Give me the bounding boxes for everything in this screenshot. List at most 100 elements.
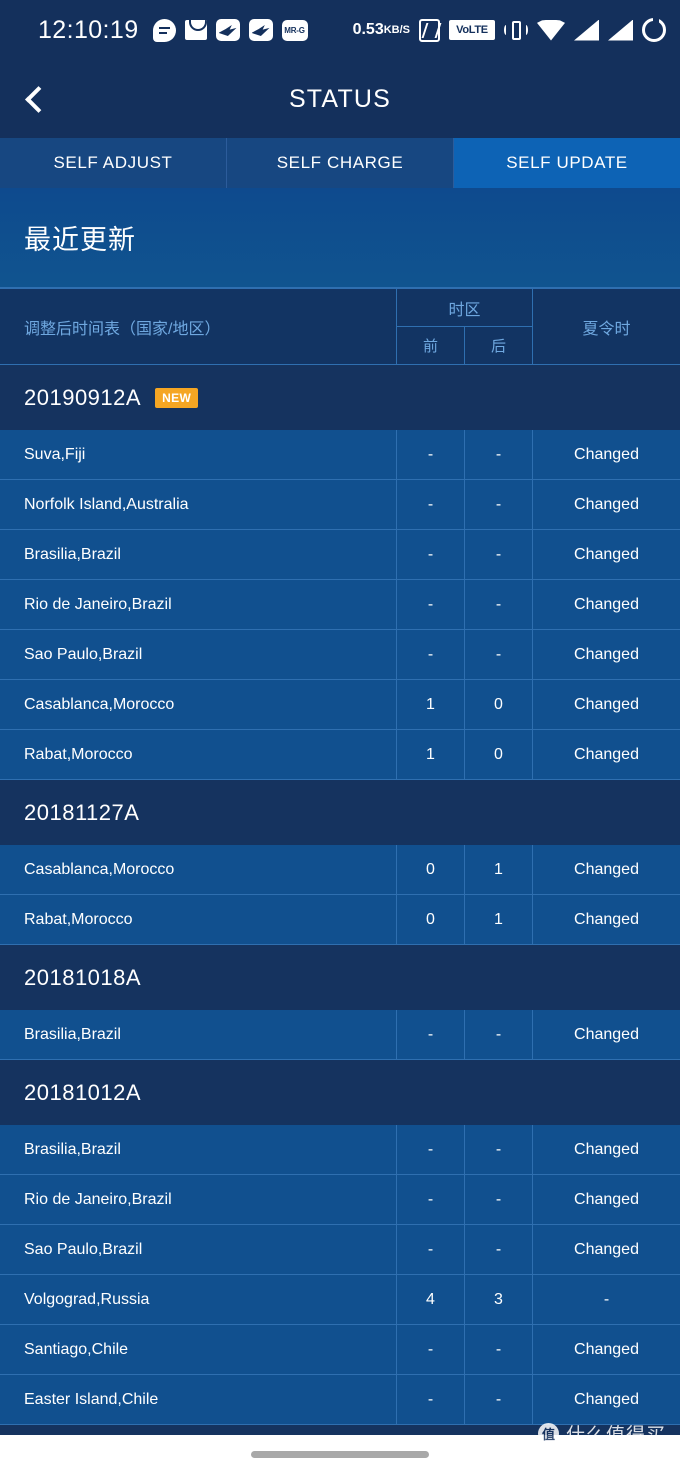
status-bar-right-icons: 0.53 KB/S VoLTE — [352, 16, 666, 42]
home-indicator[interactable] — [251, 1450, 429, 1458]
table-row[interactable]: Santiago,Chile - - Changed — [0, 1325, 680, 1375]
row-dst-status: Changed — [574, 1025, 639, 1043]
table-row[interactable]: Volgograd,Russia 4 3 - — [0, 1275, 680, 1325]
row-dst-status: Changed — [574, 1140, 639, 1158]
row-timezone-before: - — [397, 480, 465, 529]
row-location-name: Rabat,Morocco — [0, 730, 397, 779]
row-timezone-after: 0 — [465, 680, 533, 729]
group-header[interactable]: 20181018A — [0, 945, 680, 1010]
row-timezone-before: - — [397, 1325, 465, 1374]
row-dst-status: Changed — [574, 860, 639, 878]
tab-self-charge[interactable]: SELF CHARGE — [227, 138, 454, 188]
status-bar: 12:10:19 MR-G 0.53 KB/S VoLTE — [0, 0, 680, 60]
airline-bird-icon — [215, 19, 240, 41]
row-dst-status: Changed — [574, 495, 639, 513]
table-row[interactable]: Easter Island,Chile - - Changed — [0, 1375, 680, 1425]
table-row[interactable]: Rabat,Morocco 1 0 Changed — [0, 730, 680, 780]
row-location-name: Brasilia,Brazil — [0, 1125, 397, 1174]
tab-self-update-label: SELF UPDATE — [506, 153, 628, 172]
row-dst-status: Changed — [574, 910, 639, 928]
row-location-name: Sao Paulo,Brazil — [0, 630, 397, 679]
row-timezone-before: - — [397, 430, 465, 479]
row-timezone-before: - — [397, 1125, 465, 1174]
row-timezone-after: 0 — [465, 730, 533, 779]
mrg-icon: MR-G — [281, 19, 308, 41]
row-location-name: Suva,Fiji — [0, 430, 397, 479]
row-timezone-before: - — [397, 1175, 465, 1224]
nfc-icon — [419, 18, 440, 42]
row-dst-status: Changed — [574, 545, 639, 563]
row-timezone-before: 0 — [397, 895, 465, 944]
mail-icon — [184, 20, 207, 40]
system-nav-bar — [0, 1435, 680, 1473]
airline-bird-icon — [248, 19, 273, 41]
row-timezone-after: - — [465, 1375, 533, 1424]
row-timezone-before: - — [397, 580, 465, 629]
row-timezone-after: - — [465, 1225, 533, 1274]
tab-self-charge-label: SELF CHARGE — [276, 153, 404, 172]
row-timezone-before: 1 — [397, 730, 465, 779]
row-timezone-after: - — [465, 1175, 533, 1224]
network-speed-value: 0.53 — [352, 21, 384, 38]
table-row[interactable]: Brasilia,Brazil - - Changed — [0, 1010, 680, 1060]
row-timezone-after: - — [465, 480, 533, 529]
back-chevron-icon — [24, 85, 52, 113]
row-location-name: Casablanca,Morocco — [0, 845, 397, 894]
battery-icon — [642, 16, 666, 42]
signal-icon — [574, 19, 599, 41]
row-dst-status: Changed — [574, 445, 639, 463]
group-header-label: 20181012A — [24, 1079, 142, 1105]
table-row[interactable]: Brasilia,Brazil - - Changed — [0, 530, 680, 580]
row-dst-status: Changed — [574, 595, 639, 613]
column-header-dst: 夏令时 — [582, 320, 631, 338]
column-header-timezone-before: 前 — [397, 327, 465, 364]
row-timezone-after: 3 — [465, 1275, 533, 1324]
table-row[interactable]: Rio de Janeiro,Brazil - - Changed — [0, 1175, 680, 1225]
table-row[interactable]: Casablanca,Morocco 0 1 Changed — [0, 845, 680, 895]
column-header-timezone-after: 后 — [490, 338, 506, 355]
group-header[interactable]: 20181012A — [0, 1060, 680, 1125]
chat-icon — [152, 18, 176, 42]
group-header[interactable]: 20190912A NEW — [0, 365, 680, 430]
group-header[interactable]: 20180807A — [0, 1425, 680, 1435]
tab-self-adjust-label: SELF ADJUST — [53, 153, 173, 172]
tab-bar: SELF ADJUST SELF CHARGE SELF UPDATE — [0, 138, 680, 188]
back-button[interactable] — [8, 72, 62, 126]
row-timezone-before: - — [397, 1010, 465, 1059]
row-location-name: Brasilia,Brazil — [0, 530, 397, 579]
table-row[interactable]: Norfolk Island,Australia - - Changed — [0, 480, 680, 530]
group-header-label: 20181127A — [24, 799, 140, 825]
page-title: STATUS — [288, 84, 392, 113]
row-timezone-after: - — [465, 430, 533, 479]
row-timezone-before: 1 — [397, 680, 465, 729]
table-row[interactable]: Casablanca,Morocco 1 0 Changed — [0, 680, 680, 730]
tab-self-adjust[interactable]: SELF ADJUST — [0, 138, 227, 188]
row-dst-status: Changed — [574, 1340, 639, 1358]
app-root: 12:10:19 MR-G 0.53 KB/S VoLTE STATUS SEL… — [0, 0, 680, 1473]
row-timezone-after: 1 — [465, 895, 533, 944]
row-timezone-before: 0 — [397, 845, 465, 894]
row-location-name: Casablanca,Morocco — [0, 680, 397, 729]
vibrate-icon — [504, 18, 528, 42]
table-row[interactable]: Rabat,Morocco 0 1 Changed — [0, 895, 680, 945]
table-row[interactable]: Rio de Janeiro,Brazil - - Changed — [0, 580, 680, 630]
table-body: 20190912A NEW Suva,Fiji - - Changed Norfolk Is… — [0, 365, 680, 1435]
section-title: 最近更新 — [0, 188, 680, 289]
network-speed-unit: KB/S — [383, 23, 410, 36]
table-row[interactable]: Sao Paulo,Brazil - - Changed — [0, 1225, 680, 1275]
row-timezone-before: - — [397, 630, 465, 679]
row-dst-status: Changed — [574, 1240, 639, 1258]
table-row[interactable]: Brasilia,Brazil - - Changed — [0, 1125, 680, 1175]
row-timezone-after: 1 — [465, 845, 533, 894]
table-row[interactable]: Suva,Fiji - - Changed — [0, 430, 680, 480]
row-location-name: Santiago,Chile — [0, 1325, 397, 1374]
row-location-name: Brasilia,Brazil — [0, 1010, 397, 1059]
wifi-icon — [537, 19, 565, 41]
row-location-name: Rabat,Morocco — [0, 895, 397, 944]
tab-self-update[interactable]: SELF UPDATE — [454, 138, 680, 188]
row-location-name: Rio de Janeiro,Brazil — [0, 1175, 397, 1224]
row-dst-status: Changed — [574, 1390, 639, 1408]
row-timezone-before: - — [397, 530, 465, 579]
group-header[interactable]: 20181127A — [0, 780, 680, 845]
table-row[interactable]: Sao Paulo,Brazil - - Changed — [0, 630, 680, 680]
